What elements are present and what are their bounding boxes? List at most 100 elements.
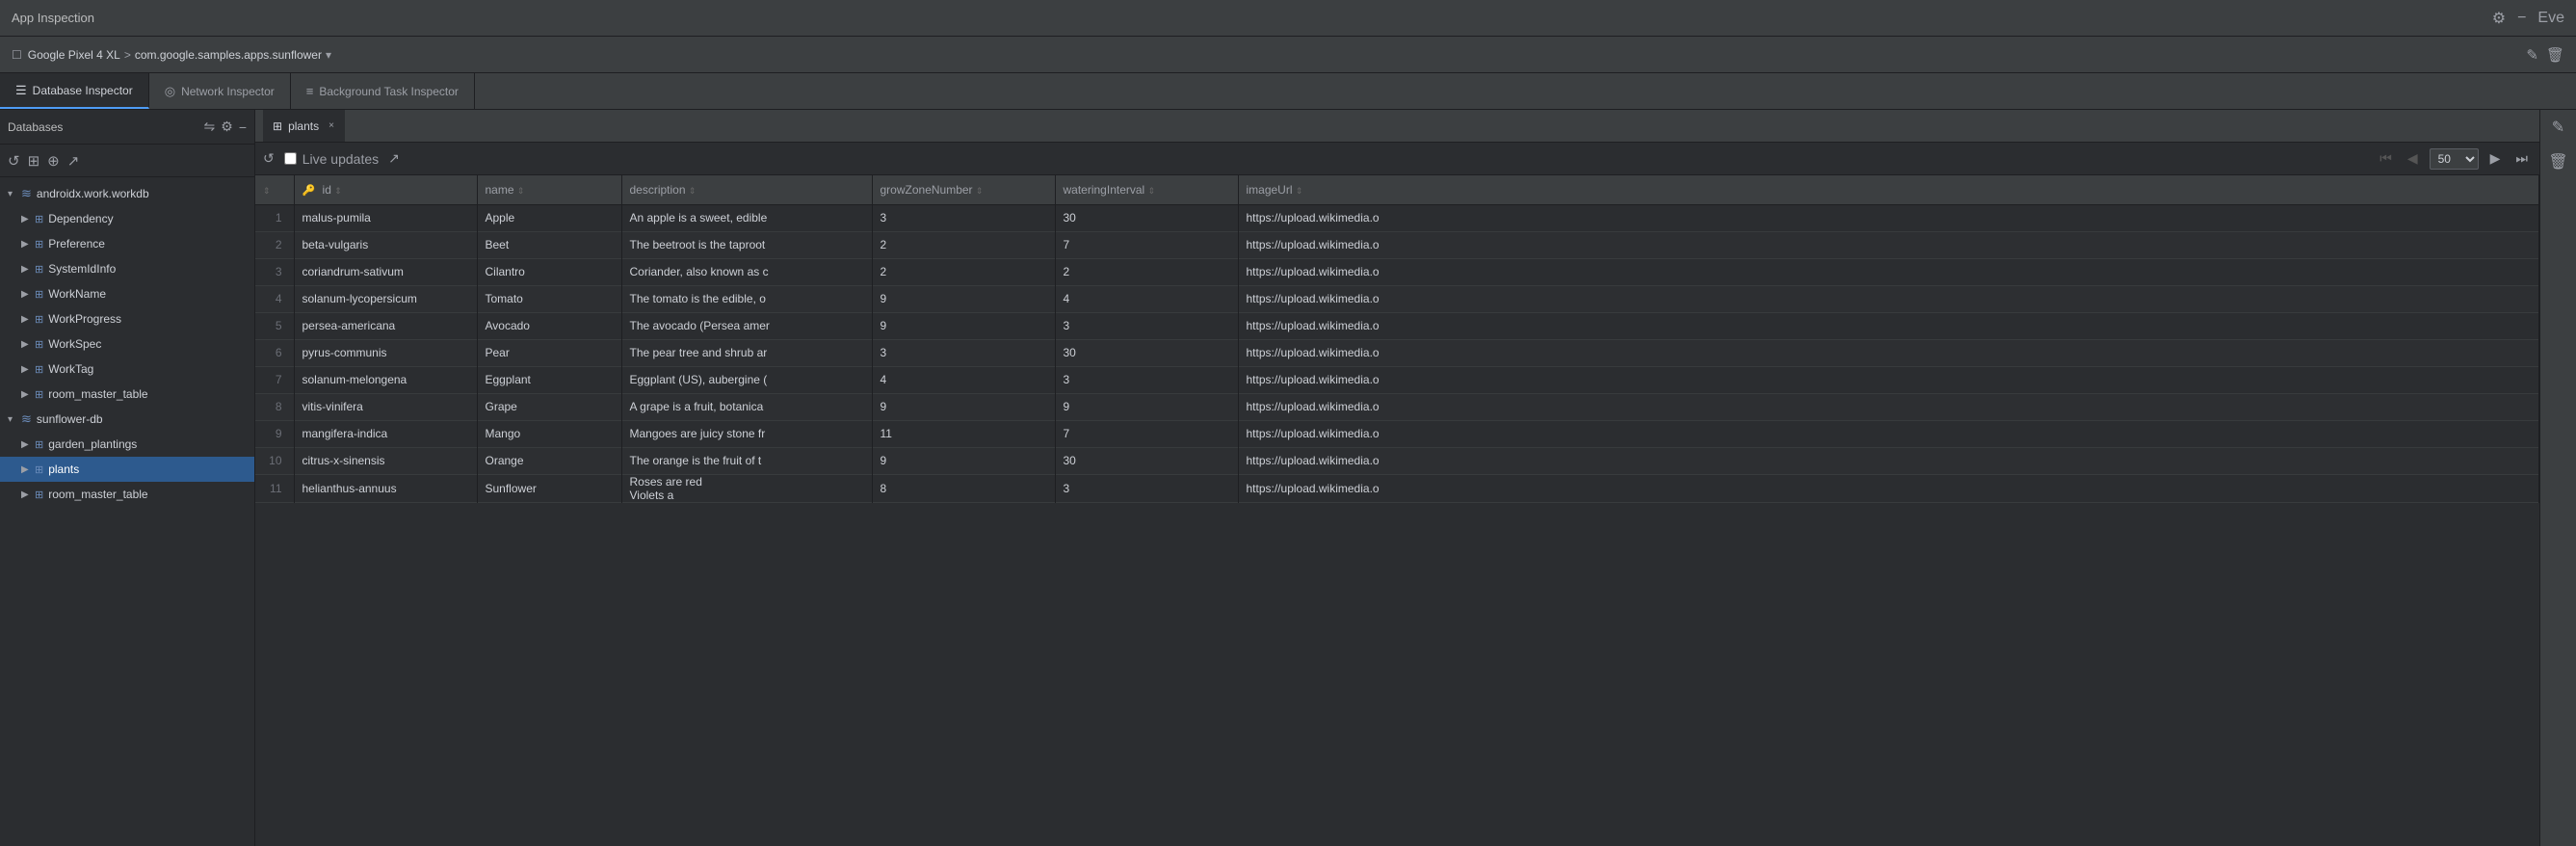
cell-name[interactable]: Pear [477, 339, 621, 366]
sidebar-settings-icon[interactable]: ⚙ [221, 119, 233, 135]
cell-growzone[interactable]: 9 [872, 393, 1055, 420]
page-size-select[interactable]: 50 100 200 [2430, 148, 2479, 170]
cell-description[interactable]: The pear tree and shrub ar [621, 339, 872, 366]
cell-imageurl[interactable]: https://upload.wikimedia.o [1238, 474, 2539, 502]
table-item-workspec[interactable]: ▶ ⊞ WorkSpec [0, 331, 254, 357]
nav-prev-button[interactable]: ◀ [2404, 148, 2422, 169]
table-item-workname[interactable]: ▶ ⊞ WorkName [0, 281, 254, 306]
col-header-watering[interactable]: wateringInterval [1055, 175, 1238, 204]
table-item-worktag[interactable]: ▶ ⊞ WorkTag [0, 357, 254, 382]
table-item-workprogress[interactable]: ▶ ⊞ WorkProgress [0, 306, 254, 331]
cell-imageurl[interactable]: https://upload.wikimedia.o [1238, 339, 2539, 366]
export-table-icon[interactable]: ↗ [388, 150, 400, 167]
filter-icon[interactable]: ⇋ [204, 119, 216, 135]
cell-watering[interactable]: 30 [1055, 339, 1238, 366]
cell-description[interactable]: The beetroot is the taproot [621, 231, 872, 258]
add-icon[interactable]: ⊕ [47, 152, 60, 170]
delete-icon[interactable]: 🗑 [2546, 46, 2564, 64]
cell-name[interactable]: Eggplant [477, 366, 621, 393]
right-panel-icon-2[interactable]: 🗑 [2548, 152, 2567, 172]
cell-name[interactable]: Beet [477, 231, 621, 258]
tab-network-inspector[interactable]: ◎ Network Inspector [149, 73, 291, 109]
cell-description[interactable]: An apple is a sweet, edible [621, 204, 872, 231]
device-name[interactable]: Google Pixel 4 XL [28, 48, 120, 62]
minimize-icon[interactable]: − [2517, 10, 2526, 27]
cell-growzone[interactable]: 4 [872, 366, 1055, 393]
cell-description[interactable]: The avocado (Persea amer [621, 312, 872, 339]
cell-imageurl[interactable]: https://upload.wikimedia.o [1238, 447, 2539, 474]
cell-growzone[interactable]: 3 [872, 204, 1055, 231]
table-item-preference[interactable]: ▶ ⊞ Preference [0, 231, 254, 256]
table-item-dependency[interactable]: ▶ ⊞ Dependency [0, 206, 254, 231]
cell-name[interactable]: Mango [477, 420, 621, 447]
cell-watering[interactable]: 7 [1055, 231, 1238, 258]
table-row[interactable]: 6 pyrus-communis Pear The pear tree and … [255, 339, 2539, 366]
table-item-garden-plantings[interactable]: ▶ ⊞ garden_plantings [0, 432, 254, 457]
nav-first-button[interactable]: ⏮ [2376, 148, 2396, 169]
tab-database-inspector[interactable]: ☰ Database Inspector [0, 73, 149, 109]
table-row[interactable]: 9 mangifera-indica Mango Mangoes are jui… [255, 420, 2539, 447]
cell-growzone[interactable]: 9 [872, 285, 1055, 312]
cell-imageurl[interactable]: https://upload.wikimedia.o [1238, 312, 2539, 339]
col-header-imageurl[interactable]: imageUrl [1238, 175, 2539, 204]
cell-id[interactable]: citrus-x-sinensis [294, 447, 477, 474]
cell-id[interactable]: malus-pumila [294, 204, 477, 231]
app-package[interactable]: com.google.samples.apps.sunflower [135, 48, 322, 62]
cell-description[interactable]: Mangoes are juicy stone fr [621, 420, 872, 447]
add-table-icon[interactable]: ⊞ [28, 152, 40, 170]
table-row[interactable]: 1 malus-pumila Apple An apple is a sweet… [255, 204, 2539, 231]
cell-watering[interactable]: 2 [1055, 258, 1238, 285]
cell-description[interactable]: The tomato is the edible, o [621, 285, 872, 312]
cell-watering[interactable]: 3 [1055, 474, 1238, 502]
nav-next-button[interactable]: ▶ [2486, 148, 2505, 169]
cell-watering[interactable]: 3 [1055, 312, 1238, 339]
table-row[interactable]: 8 vitis-vinifera Grape A grape is a frui… [255, 393, 2539, 420]
cell-id[interactable]: vitis-vinifera [294, 393, 477, 420]
refresh-table-icon[interactable]: ↺ [263, 150, 275, 167]
cell-imageurl[interactable]: https://upload.wikimedia.o [1238, 258, 2539, 285]
cell-imageurl[interactable]: https://upload.wikimedia.o [1238, 231, 2539, 258]
cell-id[interactable]: beta-vulgaris [294, 231, 477, 258]
cell-imageurl[interactable]: https://upload.wikimedia.o [1238, 285, 2539, 312]
cell-description[interactable]: Roses are redViolets a [621, 474, 872, 502]
cell-name[interactable]: Avocado [477, 312, 621, 339]
cell-growzone[interactable]: 3 [872, 339, 1055, 366]
cell-name[interactable]: Grape [477, 393, 621, 420]
live-updates-checkbox[interactable] [284, 152, 297, 165]
table-row[interactable]: 3 coriandrum-sativum Cilantro Coriander,… [255, 258, 2539, 285]
cell-growzone[interactable]: 9 [872, 312, 1055, 339]
settings-icon[interactable]: ⚙ [2492, 9, 2506, 28]
cell-watering[interactable]: 9 [1055, 393, 1238, 420]
cell-name[interactable]: Tomato [477, 285, 621, 312]
cell-growzone[interactable]: 11 [872, 420, 1055, 447]
cell-watering[interactable]: 30 [1055, 447, 1238, 474]
plants-tab-close[interactable]: × [329, 120, 334, 131]
table-item-systemidinfo[interactable]: ▶ ⊞ SystemIdInfo [0, 256, 254, 281]
cell-id[interactable]: solanum-lycopersicum [294, 285, 477, 312]
edit-icon[interactable]: ✎ [2526, 46, 2538, 64]
cell-imageurl[interactable]: https://upload.wikimedia.o [1238, 366, 2539, 393]
cell-imageurl[interactable]: https://upload.wikimedia.o [1238, 393, 2539, 420]
right-panel-icon-1[interactable]: ✎ [2552, 118, 2564, 137]
cell-growzone[interactable]: 8 [872, 474, 1055, 502]
cell-id[interactable]: helianthus-annuus [294, 474, 477, 502]
cell-imageurl[interactable]: https://upload.wikimedia.o [1238, 204, 2539, 231]
cell-id[interactable]: coriandrum-sativum [294, 258, 477, 285]
col-header-name[interactable]: name [477, 175, 621, 204]
table-row[interactable]: 2 beta-vulgaris Beet The beetroot is the… [255, 231, 2539, 258]
cell-name[interactable]: Apple [477, 204, 621, 231]
app-dropdown-arrow[interactable]: ▾ [326, 48, 331, 62]
table-item-room-master-sunflower[interactable]: ▶ ⊞ room_master_table [0, 482, 254, 507]
refresh-sidebar-icon[interactable]: ↺ [8, 152, 20, 170]
cell-watering[interactable]: 4 [1055, 285, 1238, 312]
tab-background-task-inspector[interactable]: ≡ Background Task Inspector [291, 73, 475, 109]
cell-id[interactable]: persea-americana [294, 312, 477, 339]
cell-name[interactable]: Cilantro [477, 258, 621, 285]
cell-name[interactable]: Sunflower [477, 474, 621, 502]
nav-last-button[interactable]: ⏭ [2511, 148, 2532, 169]
cell-name[interactable]: Orange [477, 447, 621, 474]
col-header-description[interactable]: description [621, 175, 872, 204]
cell-growzone[interactable]: 2 [872, 258, 1055, 285]
cell-watering[interactable]: 7 [1055, 420, 1238, 447]
cell-watering[interactable]: 30 [1055, 204, 1238, 231]
